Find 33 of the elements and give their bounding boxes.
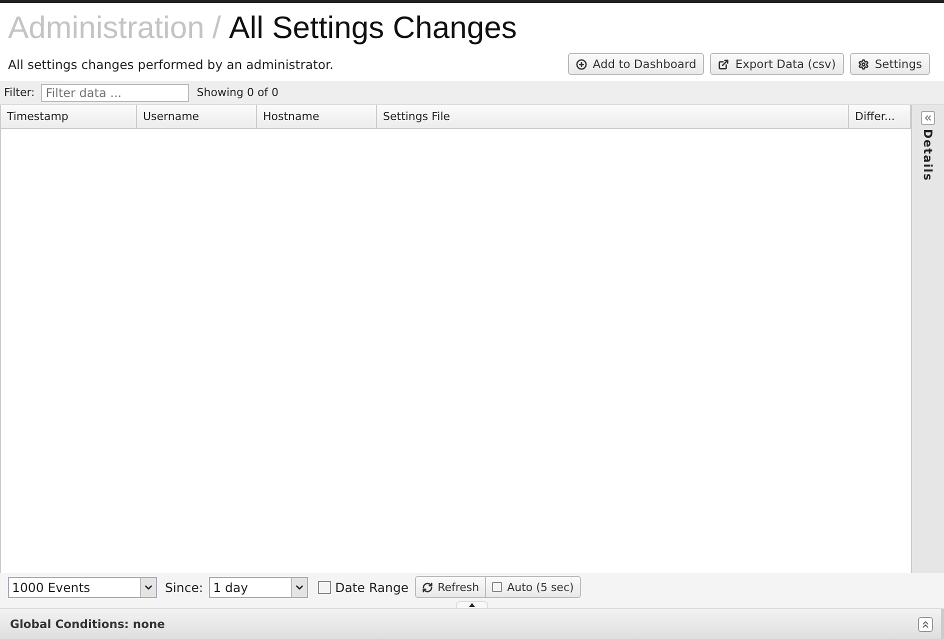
settings-icon [858, 58, 869, 70]
column-header[interactable]: Differ... [849, 105, 911, 128]
page-title: All Settings Changes [229, 9, 517, 47]
column-header[interactable]: Settings File [377, 105, 849, 128]
refresh-button[interactable]: Refresh [414, 576, 486, 598]
date-range-label: Date Range [335, 580, 409, 594]
column-header[interactable]: Username [137, 105, 257, 128]
details-title: Details [921, 129, 935, 182]
page-description: All settings changes performed by an administrator. [8, 56, 334, 72]
global-conditions: Global Conditions: none [10, 617, 165, 631]
breadcrumb-separator: / [212, 9, 222, 47]
row-count: Showing 0 of 0 [196, 86, 279, 99]
date-range-checkbox[interactable] [318, 580, 332, 594]
settings-button[interactable]: Settings [850, 53, 930, 75]
chevrons-left-icon [923, 113, 933, 123]
chevrons-up-icon [920, 618, 931, 630]
export-button[interactable]: Export Data (csv) [710, 53, 844, 75]
filter-field[interactable]: Filter data ... [40, 84, 189, 102]
since-select[interactable]: 1 day [209, 576, 308, 598]
triangle-up-icon [469, 603, 475, 607]
refresh-icon [422, 582, 433, 592]
external-link-icon [718, 58, 730, 70]
expand-button[interactable] [918, 616, 933, 632]
column-header[interactable]: Timestamp [1, 105, 137, 128]
events-select[interactable]: 1000 Events [8, 576, 157, 598]
since-label: Since: [165, 580, 204, 594]
expand-button[interactable] [921, 111, 935, 125]
dashboard-button[interactable]: Add to Dashboard [568, 53, 704, 75]
collapse-toolbar-tab[interactable] [456, 601, 488, 608]
auto-refresh-button[interactable]: Auto (5 sec) [486, 576, 581, 598]
filter-label: Filter: [4, 86, 35, 99]
plus-circle-icon [576, 58, 587, 70]
column-header[interactable]: Hostname [257, 105, 377, 128]
